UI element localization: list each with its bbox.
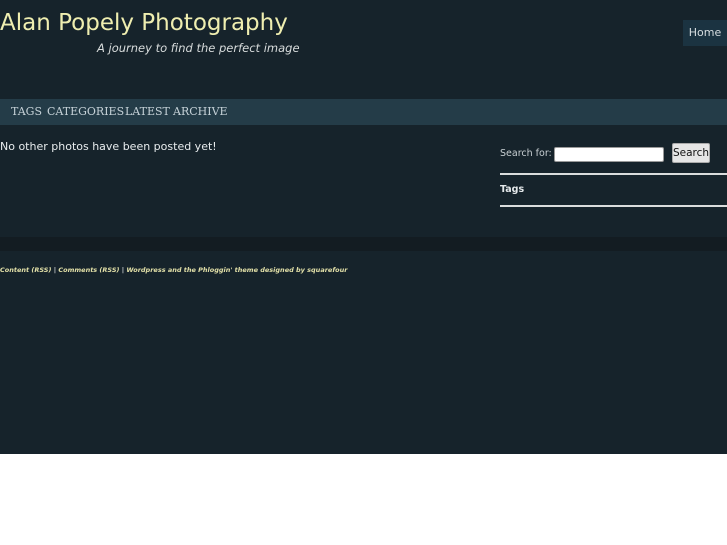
nav-categories[interactable]: CATEGORIES (47, 105, 124, 118)
category-nav: TAGS CATEGORIES LATEST ARCHIVE (0, 99, 727, 125)
search-input[interactable] (554, 147, 664, 162)
separator: | (53, 266, 57, 274)
separator: | (121, 266, 125, 274)
theme-credit[interactable]: Wordpress and the Phloggin' theme design… (126, 266, 347, 274)
tags-heading: Tags (500, 184, 525, 195)
nav-archive[interactable]: ARCHIVE (173, 105, 228, 118)
footer: Content (RSS) | Comments (RSS) | Wordpre… (0, 266, 347, 274)
no-photos-message: No other photos have been posted yet! (0, 140, 217, 153)
search-label: Search for: (500, 148, 552, 159)
search-button[interactable]: Search (672, 143, 710, 163)
nav-home-link[interactable]: Home (683, 20, 727, 46)
page: Alan Popely Photography A journey to fin… (0, 0, 727, 454)
nav-latest[interactable]: LATEST (125, 105, 170, 118)
nav-tags[interactable]: TAGS (11, 105, 42, 118)
site-title[interactable]: Alan Popely Photography (0, 10, 288, 36)
footer-band (0, 237, 727, 251)
comments-rss-link[interactable]: Comments (RSS) (58, 266, 119, 274)
divider (500, 173, 727, 175)
divider (500, 205, 727, 207)
site-tagline: A journey to find the perfect image (97, 41, 300, 55)
content-rss-link[interactable]: Content (RSS) (0, 266, 51, 274)
